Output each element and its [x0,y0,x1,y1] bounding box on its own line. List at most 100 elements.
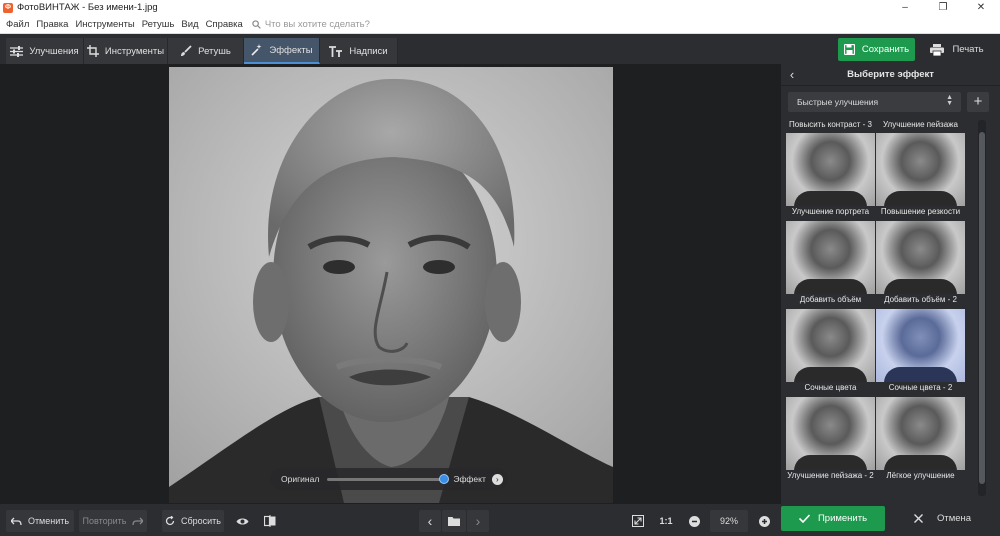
effect-category-value: Быстрые улучшения [797,97,879,107]
thumbnail-shoulders [794,455,867,471]
menu-retouch[interactable]: Ретушь [142,19,175,30]
add-effect-button[interactable]: + [967,92,989,112]
text-icon [329,45,343,57]
effect-label: Эффект [453,474,486,484]
compare-view-button[interactable] [258,510,282,532]
reset-button[interactable]: Сбросить [162,510,224,532]
effect-thumbnail [876,397,965,471]
close-icon [913,514,923,523]
compare-slider[interactable] [327,473,450,484]
menu-search[interactable]: Что вы хотите сделать? [252,19,370,30]
scrollbar-thumb[interactable] [979,132,985,484]
chevron-right-icon[interactable]: › [491,473,503,485]
tab-label: Ретушь [198,45,231,57]
effect-thumbnail [786,397,875,471]
effect-card[interactable]: Улучшение портрета [786,133,875,219]
split-view-icon [264,515,276,527]
cancel-label: Отмена [936,513,972,524]
tab-label: Надписи [349,45,388,57]
next-photo-button[interactable]: › [467,510,489,532]
tab-tools[interactable]: Инструменты [84,38,168,64]
zoom-in-icon [758,515,770,527]
open-folder-button[interactable] [442,510,466,532]
zoom-out-icon [688,515,700,527]
menu-help[interactable]: Справка [206,19,243,30]
effect-card[interactable]: Повысить контраст - 3 [786,119,875,132]
effect-card[interactable]: Добавить объём - 2 [876,221,965,307]
effect-thumbnail [876,133,965,207]
eye-icon [236,518,248,524]
printer-icon [930,43,945,56]
magic-wand-icon [251,44,262,56]
apply-button[interactable]: Применить [781,506,885,531]
undo-icon [10,517,22,525]
thumbnail-shoulders [884,191,957,207]
zoom-in-button[interactable] [754,510,774,532]
menu-view[interactable]: Вид [181,19,198,30]
tab-label: Улучшения [29,45,79,57]
window-title: ФотоВИНТАЖ - Без имени-1.jpg [17,2,158,13]
effect-caption: Улучшение пейзажа [876,119,965,132]
effect-category-select[interactable]: Быстрые улучшения ▲ ▼ [788,92,961,112]
effect-thumbnail [786,309,875,383]
effect-card[interactable]: Сочные цвета [786,309,875,395]
minimize-button[interactable]: – [886,0,924,15]
effect-caption: Лёгкое улучшение [876,470,965,483]
effect-caption: Добавить объём [786,294,875,307]
thumbnail-shoulders [884,455,957,471]
print-button[interactable]: Печать [922,38,992,61]
compare-slider-handle[interactable] [439,473,450,484]
redo-icon [132,517,144,525]
save-icon [843,44,855,55]
save-button[interactable]: Сохранить [838,38,915,61]
title-bar: Ф ФотоВИНТАЖ - Без имени-1.jpg – ❐ ✕ [0,0,1000,15]
tab-label: Инструменты [104,45,165,57]
effect-card[interactable]: Сочные цвета - 2 [876,309,965,395]
zoom-level[interactable]: 92% [710,510,748,532]
thumbnail-shoulders [794,367,867,383]
sliders-icon [10,45,24,57]
effect-card[interactable]: Улучшение пейзажа - 2 [786,397,875,483]
back-arrow-icon[interactable]: ‹ [781,67,803,82]
maximize-button[interactable]: ❐ [924,0,962,15]
search-placeholder: Что вы хотите сделать? [264,18,370,30]
tab-captions[interactable]: Надписи [320,38,398,64]
menu-tools[interactable]: Инструменты [75,19,134,30]
effect-caption: Улучшение портрета [786,206,875,219]
effect-caption: Добавить объём - 2 [876,294,965,307]
zoom-out-button[interactable] [684,510,704,532]
preview-eye-button[interactable] [230,510,254,532]
actual-size-button[interactable]: 1:1 [654,510,678,532]
effect-thumbnail [786,221,875,295]
undo-label: Отменить [27,516,70,526]
chevron-right-icon: › [475,513,481,529]
panel-scrollbar[interactable] [978,120,986,496]
redo-label: Повторить [82,516,127,526]
tab-enhancements[interactable]: Улучшения [6,38,84,64]
save-label: Сохранить [861,44,910,55]
previous-photo-button[interactable]: ‹ [419,510,441,532]
effect-card[interactable]: Улучшение пейзажа [876,119,965,132]
redo-button[interactable]: Повторить [79,510,147,532]
effect-caption: Повысить контраст - 3 [786,119,875,132]
effect-card[interactable]: Добавить объём [786,221,875,307]
close-button[interactable]: ✕ [962,0,1000,15]
menu-file[interactable]: Файл [6,19,29,30]
fit-to-screen-button[interactable] [627,510,649,532]
tab-retouch[interactable]: Ретушь [168,38,244,64]
apply-label: Применить [817,513,868,524]
effect-card[interactable]: Повышение резкости [876,133,965,219]
menu-bar: Файл Правка Инструменты Ретушь Вид Справ… [0,15,1000,34]
print-label: Печать [952,44,984,55]
effect-thumbnail [786,133,875,207]
effect-caption: Повышение резкости [876,206,965,219]
effect-caption: Сочные цвета - 2 [876,382,965,395]
edited-photo[interactable] [169,67,613,503]
fit-screen-icon [632,515,644,527]
tab-effects[interactable]: Эффекты [244,38,320,64]
menu-edit[interactable]: Правка [36,19,68,30]
undo-button[interactable]: Отменить [6,510,74,532]
effect-card[interactable]: Лёгкое улучшение [876,397,965,483]
checkmark-icon [798,514,810,523]
cancel-button[interactable]: Отмена [890,506,995,531]
